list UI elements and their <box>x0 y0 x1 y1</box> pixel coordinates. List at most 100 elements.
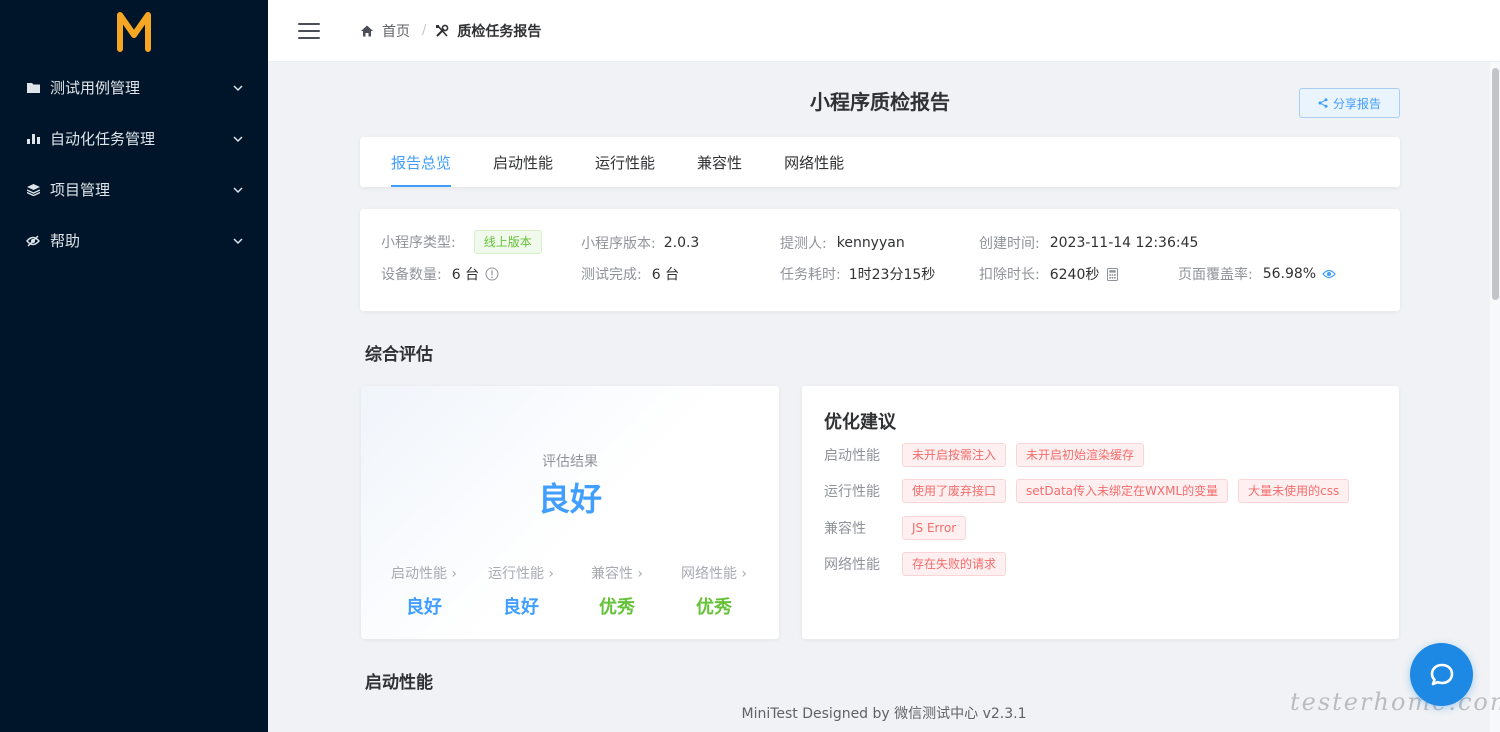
page-title: 小程序质检报告 <box>360 86 1400 115</box>
sidebar: 测试用例管理 自动化任务管理 项目管理 帮助 <box>0 0 268 732</box>
tab-runtime-performance[interactable]: 运行性能 <box>595 137 655 187</box>
chevron-down-icon <box>232 235 244 247</box>
tab-network-performance[interactable]: 网络性能 <box>784 137 844 187</box>
metric-network[interactable]: 网络性能 › 优秀 <box>669 563 759 619</box>
sidebar-item-label: 帮助 <box>50 230 232 251</box>
info-version: 小程序版本: 2.0.3 <box>581 233 699 253</box>
section-title-startup: 启动性能 <box>365 668 433 693</box>
suggestion-row-network: 网络性能 存在失败的请求 <box>824 552 1016 576</box>
info-completed: 测试完成: 6 台 <box>581 264 679 284</box>
chevron-right-icon: › <box>451 566 457 582</box>
sidebar-item-automation[interactable]: 自动化任务管理 <box>0 113 268 164</box>
issue-tag[interactable]: 未开启初始渲染缓存 <box>1016 443 1144 467</box>
eye-icon[interactable] <box>1322 269 1336 279</box>
m-logo-icon <box>115 9 153 53</box>
info-value: 6 台 <box>652 264 679 284</box>
info-submitter: 提测人: kennyyan <box>780 233 905 253</box>
info-value: 6 台 <box>452 264 479 284</box>
bar-chart-icon <box>26 132 40 146</box>
metric-compatibility[interactable]: 兼容性 › 优秀 <box>572 563 662 619</box>
chevron-down-icon <box>232 133 244 145</box>
issue-tag[interactable]: 存在失败的请求 <box>902 552 1006 576</box>
top-header: 首页 / 质检任务报告 <box>268 0 1500 62</box>
issue-tag[interactable]: 大量未使用的css <box>1238 479 1349 503</box>
issue-tag[interactable]: JS Error <box>902 516 966 540</box>
suggestions-title: 优化建议 <box>824 408 896 434</box>
info-circle-icon[interactable] <box>485 267 499 281</box>
info-label: 提测人: <box>780 233 827 253</box>
evaluation-label: 评估结果 <box>361 451 779 471</box>
layers-icon <box>26 183 40 197</box>
info-value: 2023-11-14 12:36:45 <box>1050 235 1199 251</box>
suggestion-row-compatibility: 兼容性 JS Error <box>824 516 976 540</box>
metric-runtime[interactable]: 运行性能 › 良好 <box>476 563 566 619</box>
issue-tag[interactable]: 未开启按需注入 <box>902 443 1006 467</box>
info-value: 2.0.3 <box>664 235 700 251</box>
info-label: 任务耗时: <box>780 264 841 284</box>
chevron-down-icon <box>232 82 244 94</box>
info-type: 小程序类型: 线上版本 <box>381 229 542 255</box>
scrollbar-thumb[interactable] <box>1492 68 1499 300</box>
chat-button[interactable] <box>1410 643 1473 706</box>
folder-icon <box>26 81 40 95</box>
info-created: 创建时间: 2023-11-14 12:36:45 <box>979 233 1198 253</box>
section-title-overall: 综合评估 <box>365 340 433 365</box>
suggestion-row-label: 运行性能 <box>824 481 902 501</box>
issue-tag[interactable]: setData传入未绑定在WXML的变量 <box>1016 479 1228 503</box>
chevron-right-icon: › <box>637 566 643 582</box>
metric-value: 优秀 <box>572 593 662 619</box>
info-duration: 任务耗时: 1时23分15秒 <box>780 264 935 284</box>
evaluation-result: 良好 <box>361 474 779 520</box>
tab-overview[interactable]: 报告总览 <box>391 137 451 187</box>
info-label: 小程序版本: <box>581 233 656 253</box>
sidebar-item-label: 项目管理 <box>50 179 232 200</box>
home-icon <box>360 24 374 38</box>
suggestion-row-startup: 启动性能 未开启按需注入 未开启初始渲染缓存 <box>824 443 1154 467</box>
status-badge: 线上版本 <box>474 230 542 254</box>
tab-compatibility[interactable]: 兼容性 <box>697 137 742 187</box>
info-label: 创建时间: <box>979 233 1040 253</box>
info-value: 6240秒 <box>1050 264 1100 284</box>
calculator-icon[interactable] <box>1107 268 1118 281</box>
info-label: 小程序类型: <box>381 232 456 252</box>
breadcrumb-current: 质检任务报告 <box>457 21 541 41</box>
sidebar-item-projects[interactable]: 项目管理 <box>0 164 268 215</box>
info-value: kennyyan <box>837 235 905 251</box>
chat-bubble-icon <box>1429 662 1455 688</box>
info-coverage: 页面覆盖率: 56.98% <box>1178 264 1336 284</box>
share-icon <box>1318 98 1328 108</box>
info-label: 设备数量: <box>381 264 442 284</box>
chevron-right-icon: › <box>741 566 747 582</box>
breadcrumb-separator: / <box>422 23 426 38</box>
metric-name: 运行性能 <box>488 566 544 582</box>
chevron-down-icon <box>232 184 244 196</box>
breadcrumb-home[interactable]: 首页 <box>382 21 410 41</box>
info-label: 测试完成: <box>581 264 642 284</box>
metric-name: 启动性能 <box>391 566 447 582</box>
info-devices: 设备数量: 6 台 <box>381 264 499 284</box>
app-logo[interactable] <box>0 0 268 62</box>
info-value: 56.98% <box>1263 266 1316 282</box>
info-label: 扣除时长: <box>979 264 1040 284</box>
sidebar-item-test-cases[interactable]: 测试用例管理 <box>0 62 268 113</box>
watermark: testerhome.com <box>1290 688 1500 716</box>
info-value: 1时23分15秒 <box>849 264 936 284</box>
issue-tag[interactable]: 使用了废弃接口 <box>902 479 1006 503</box>
sidebar-item-help[interactable]: 帮助 <box>0 215 268 266</box>
eye-off-icon <box>26 234 40 248</box>
breadcrumb: 首页 / 质检任务报告 <box>360 21 541 41</box>
chevron-right-icon: › <box>548 566 554 582</box>
report-info-card <box>360 209 1400 311</box>
tools-icon <box>435 24 449 38</box>
share-report-button[interactable]: 分享报告 <box>1299 88 1400 118</box>
tab-startup-performance[interactable]: 启动性能 <box>493 137 553 187</box>
metric-startup[interactable]: 启动性能 › 良好 <box>379 563 469 619</box>
report-tabs: 报告总览 启动性能 运行性能 兼容性 网络性能 <box>360 137 1400 187</box>
metric-name: 兼容性 <box>591 566 633 582</box>
hamburger-menu-icon[interactable] <box>298 23 320 39</box>
metric-value: 优秀 <box>669 593 759 619</box>
sidebar-item-label: 自动化任务管理 <box>50 128 232 149</box>
suggestion-row-label: 兼容性 <box>824 518 902 538</box>
sidebar-item-label: 测试用例管理 <box>50 77 232 98</box>
suggestion-row-label: 启动性能 <box>824 445 902 465</box>
